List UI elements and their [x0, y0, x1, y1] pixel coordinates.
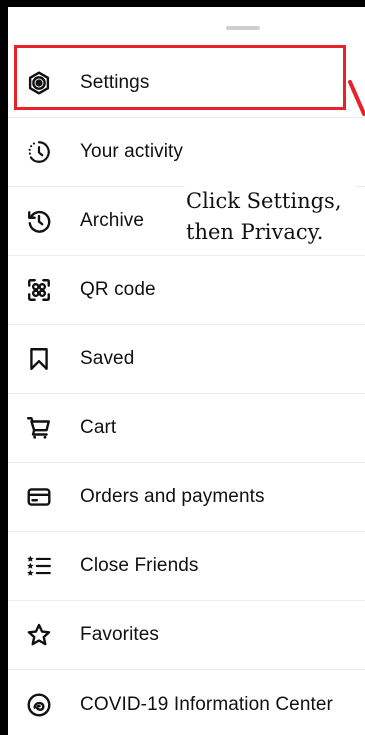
menu-item-label: Your activity	[80, 141, 184, 162]
star-icon	[25, 621, 53, 649]
menu-item-favorites[interactable]: Favorites	[8, 601, 365, 670]
close-friends-list-icon	[25, 552, 53, 580]
menu-item-label: COVID-19 Information Center	[80, 693, 333, 715]
menu-item-close-friends[interactable]: Close Friends	[8, 532, 365, 601]
menu-item-label: Cart	[80, 417, 117, 438]
menu-item-label: Archive	[80, 210, 145, 231]
bookmark-icon	[25, 345, 53, 373]
menu-item-label: Favorites	[80, 624, 160, 645]
activity-clock-icon	[25, 138, 53, 166]
menu-item-label: Orders and payments	[80, 486, 265, 507]
device-frame-top	[0, 0, 365, 7]
pointer-arrow-icon	[348, 80, 365, 116]
menu-item-orders-payments[interactable]: Orders and payments	[8, 463, 365, 532]
menu-item-qr-code[interactable]: QR code	[8, 256, 365, 325]
qr-code-icon	[25, 276, 53, 304]
menu-item-covid-info[interactable]: COVID-19 Information Center	[8, 670, 365, 735]
archive-history-icon	[25, 207, 53, 235]
menu-item-label: QR code	[80, 279, 156, 300]
menu-item-cart[interactable]: Cart	[8, 394, 365, 463]
card-icon	[25, 483, 53, 511]
device-frame-left	[0, 0, 8, 735]
menu-item-saved[interactable]: Saved	[8, 325, 365, 394]
settings-highlight-box	[14, 45, 346, 110]
menu-item-label: Saved	[80, 348, 135, 369]
sheet-grabber-handle[interactable]	[226, 26, 260, 30]
covid-info-icon	[25, 691, 53, 719]
cart-icon	[25, 414, 53, 442]
menu-item-your-activity[interactable]: Your activity	[8, 118, 365, 187]
instruction-annotation: Click Settings, then Privacy.	[185, 186, 356, 248]
bottom-sheet-menu: Settings Your activity Archive QR code S…	[8, 7, 365, 735]
menu-item-label: Close Friends	[80, 555, 199, 576]
